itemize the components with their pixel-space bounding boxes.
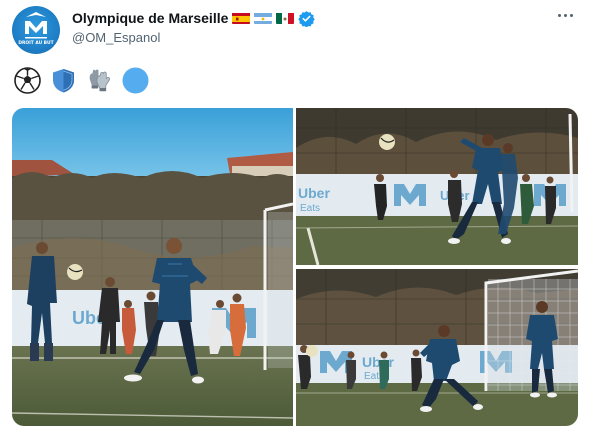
gloves-icon (86, 67, 113, 94)
argentina-flag-icon (254, 12, 273, 24)
banner-text-photo-3: Uber (362, 354, 394, 370)
more-options-icon[interactable] (555, 8, 575, 22)
user-handle[interactable]: @OM_Espanol (72, 30, 160, 45)
tweet-text-emojis (14, 67, 149, 94)
banner-subtext-photo-2: Eats (300, 203, 320, 214)
banner-text-photo-2: Uber (298, 185, 330, 201)
name-row: Olympique de Marseille (72, 9, 316, 27)
goalkeeper-training-photo-1[interactable]: Uber (12, 108, 293, 426)
avatar[interactable]: DROIT AU BUT (12, 6, 60, 54)
spain-flag-icon (232, 12, 251, 24)
verified-badge-icon (298, 10, 316, 27)
goalkeeper-training-photo-3[interactable]: Uber Eats (296, 269, 578, 426)
mexico-flag-icon (276, 12, 295, 24)
soccer-ball-icon (14, 67, 41, 94)
display-name[interactable]: Olympique de Marseille (72, 10, 228, 26)
shield-icon (50, 67, 77, 94)
avatar-motto-text: DROIT AU BUT (18, 40, 53, 46)
blue-circle-icon (122, 67, 149, 94)
om-logo-icon: DROIT AU BUT (18, 12, 54, 46)
goalkeeper-training-photo-2[interactable]: Uber Eats Uber (296, 108, 578, 265)
media-grid: Uber Uber Eats Uber Eats (12, 108, 578, 426)
